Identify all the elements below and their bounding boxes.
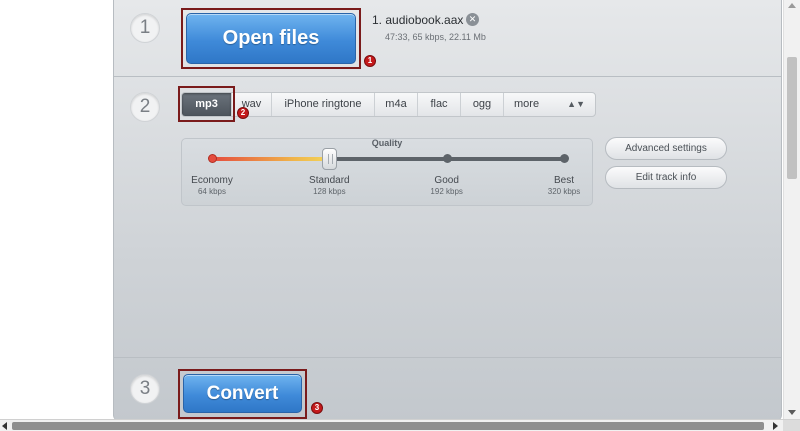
scroll-right-icon[interactable] [773, 422, 778, 430]
step-number-1: 1 [130, 13, 160, 43]
quality-bitrate: 64 kbps [197, 187, 227, 196]
tab-ogg[interactable]: ogg [461, 93, 504, 116]
quality-slider[interactable] [208, 148, 569, 170]
quality-bitrate: 320 kbps [547, 187, 581, 196]
scroll-left-icon[interactable] [2, 422, 7, 430]
quality-slider-thumb[interactable] [322, 148, 338, 170]
quality-label: Best [553, 175, 574, 186]
advanced-settings-button[interactable]: Advanced settings [605, 137, 727, 160]
quality-title: Quality [371, 138, 403, 148]
tab-m4a[interactable]: m4a [375, 93, 418, 116]
tab-more-label: more [514, 98, 540, 110]
file-meta: 47:33, 65 kbps, 22.11 Mb [385, 32, 486, 42]
quality-stop-2[interactable] [442, 154, 452, 163]
quality-stop-0[interactable] [208, 154, 217, 163]
tab-more[interactable]: more ▲▼ [504, 93, 595, 116]
scroll-up-icon[interactable] [788, 3, 796, 8]
file-name: 1. audiobook.aax [372, 13, 464, 27]
scroll-down-icon[interactable] [788, 410, 796, 415]
quality-label: Standard [309, 175, 350, 186]
quality-label: Good [434, 175, 459, 186]
horizontal-scrollbar-thumb[interactable] [12, 422, 764, 430]
edit-track-info-button[interactable]: Edit track info [605, 166, 727, 189]
quality-slider-fill [212, 157, 330, 161]
step-badge-1: 1 [364, 55, 376, 67]
tab-flac[interactable]: flac [418, 93, 461, 116]
vertical-scrollbar-thumb[interactable] [787, 57, 797, 179]
app-page: 1 Open files 1 1. audiobook.aax ✕ 47:33,… [0, 0, 800, 431]
step-badge-3: 3 [311, 402, 323, 414]
step-badge-2: 2 [237, 107, 249, 119]
quality-box: Quality Economy 64 kbps Standard 128 kbps Go… [181, 138, 593, 206]
row-divider [114, 76, 781, 77]
quality-bitrate: 192 kbps [430, 187, 463, 196]
close-circle-icon[interactable]: ✕ [466, 13, 479, 26]
quality-bitrate: 128 kbps [313, 187, 346, 196]
scrollbar-corner [783, 420, 800, 431]
quality-label: Economy [191, 175, 233, 186]
convert-button[interactable]: Convert [183, 374, 302, 413]
step-number-3: 3 [130, 374, 160, 404]
step-number-2: 2 [130, 92, 160, 122]
row-divider [114, 357, 781, 358]
updown-arrows-icon: ▲▼ [567, 99, 585, 109]
open-files-button[interactable]: Open files [186, 13, 356, 64]
converter-panel: 1 Open files 1 1. audiobook.aax ✕ 47:33,… [113, 0, 782, 421]
horizontal-scrollbar[interactable] [0, 419, 800, 431]
quality-stop-3[interactable] [560, 154, 569, 163]
vertical-scrollbar[interactable] [783, 0, 800, 419]
tab-iphone-ringtone[interactable]: iPhone ringtone [272, 93, 375, 116]
mp3-highlight [178, 86, 235, 122]
